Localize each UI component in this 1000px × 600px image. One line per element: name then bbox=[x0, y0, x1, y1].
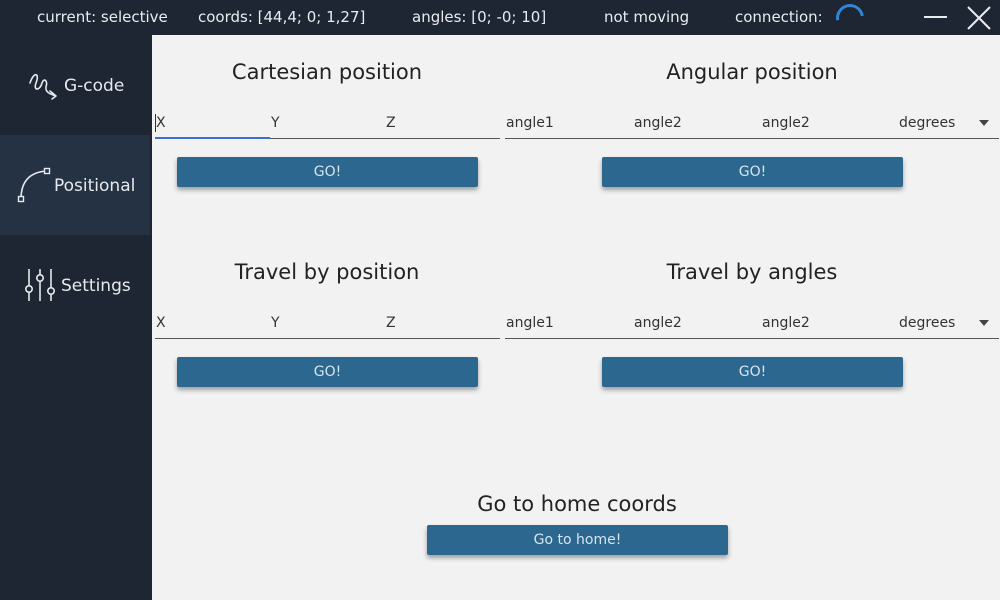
travel-angles-underline bbox=[505, 338, 999, 339]
travel-z-field[interactable]: Z bbox=[386, 315, 396, 331]
sidebar-item-gcode[interactable]: G-code bbox=[0, 35, 152, 135]
travel-angles-go-button[interactable]: GO! bbox=[602, 357, 903, 387]
travel-x-field[interactable]: X bbox=[156, 315, 166, 331]
travel-angle1-field[interactable]: angle1 bbox=[506, 315, 554, 331]
travel-position-underline bbox=[155, 338, 500, 339]
travel-angle3-field[interactable]: angle2 bbox=[762, 315, 810, 331]
positional-panel: Cartesian position X Y Z GO! Angular pos… bbox=[152, 35, 1000, 600]
cartesian-go-button[interactable]: GO! bbox=[177, 157, 478, 187]
angular-fields-underline bbox=[505, 138, 999, 139]
home-title: Go to home coords bbox=[477, 492, 677, 516]
bezier-curve-icon bbox=[16, 167, 52, 203]
status-bar: current: selective coords: [44,4; 0; 1,2… bbox=[0, 0, 1000, 38]
travel-position-go-button[interactable]: GO! bbox=[177, 357, 478, 387]
travel-unit-select[interactable]: degrees bbox=[899, 315, 955, 331]
cartesian-z-field[interactable]: Z bbox=[386, 115, 396, 131]
x-field-focus-indicator bbox=[155, 137, 270, 139]
travel-angle2-field[interactable]: angle2 bbox=[634, 315, 682, 331]
sliders-icon bbox=[24, 267, 58, 303]
text-caret bbox=[155, 114, 156, 132]
loading-spinner-icon bbox=[830, 0, 870, 38]
current-mode-status: current: selective bbox=[37, 8, 168, 26]
sidebar-item-label: Settings bbox=[61, 276, 131, 296]
minimize-icon bbox=[924, 16, 947, 18]
gcode-squiggle-icon bbox=[26, 69, 60, 101]
cartesian-x-field[interactable]: X bbox=[156, 115, 166, 131]
angles-status: angles: [0; -0; 10] bbox=[412, 8, 547, 26]
travel-angles-title: Travel by angles bbox=[666, 260, 838, 284]
cartesian-y-field[interactable]: Y bbox=[271, 115, 280, 131]
sidebar-item-settings[interactable]: Settings bbox=[0, 235, 152, 335]
cartesian-position-title: Cartesian position bbox=[231, 60, 423, 84]
close-button[interactable] bbox=[964, 3, 994, 33]
coords-status: coords: [44,4; 0; 1,27] bbox=[198, 8, 366, 26]
sidebar-item-label: G-code bbox=[64, 76, 125, 96]
angular-angle3-field[interactable]: angle2 bbox=[762, 115, 810, 131]
travel-y-field[interactable]: Y bbox=[271, 315, 280, 331]
travel-position-title: Travel by position bbox=[234, 260, 420, 284]
motion-status: not moving bbox=[604, 8, 690, 26]
go-home-button[interactable]: Go to home! bbox=[427, 525, 728, 555]
angular-position-title: Angular position bbox=[666, 60, 838, 84]
sidebar: G-code Positional Settings bbox=[0, 35, 152, 600]
close-icon bbox=[967, 6, 991, 30]
angular-angle1-field[interactable]: angle1 bbox=[506, 115, 554, 131]
minimize-button[interactable] bbox=[920, 3, 950, 33]
connection-label: connection: bbox=[735, 8, 823, 26]
sidebar-item-label: Positional bbox=[54, 176, 136, 196]
chevron-down-icon bbox=[979, 120, 989, 126]
angular-go-button[interactable]: GO! bbox=[602, 157, 903, 187]
angular-angle2-field[interactable]: angle2 bbox=[634, 115, 682, 131]
chevron-down-icon bbox=[979, 320, 989, 326]
angular-unit-select[interactable]: degrees bbox=[899, 115, 955, 131]
sidebar-item-positional[interactable]: Positional bbox=[0, 135, 150, 235]
